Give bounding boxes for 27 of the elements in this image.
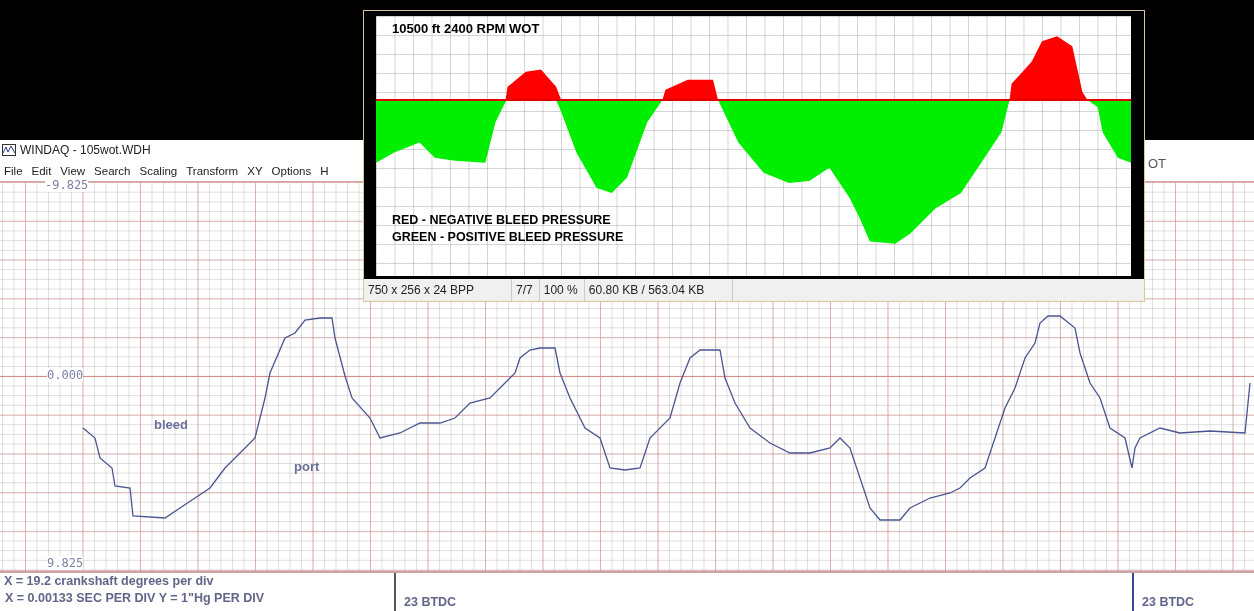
legend-text: RED - NEGATIVE BLEED PRESSURE [392, 212, 612, 229]
axis-label: 9.825 [47, 556, 84, 570]
menu-item[interactable]: File [0, 164, 28, 177]
image-title: 10500 ft 2400 RPM WOT [392, 21, 540, 36]
legend-text: GREEN - POSITIVE BLEED PRESSURE [392, 229, 624, 246]
menu-item[interactable]: Transform [182, 164, 244, 177]
menu-item[interactable]: XY [243, 164, 268, 177]
scale-note: X = 0.00133 SEC PER DIV Y = 1"Hg PER DIV [4, 590, 266, 607]
status-field: 60.80 KB / 563.04 KB [584, 279, 734, 301]
menu-item[interactable]: Search [90, 164, 136, 177]
marker-label: 23 BTDC [1142, 595, 1195, 609]
marker-label: 23 BTDC [404, 595, 457, 609]
scale-note: X = 19.2 crankshaft degrees per div [3, 573, 215, 590]
menu-item[interactable]: Edit [27, 164, 57, 177]
status-field: 750 x 256 x 24 BPP [364, 279, 513, 301]
trace-label: bleed [154, 417, 188, 432]
trace-label: port [294, 459, 320, 474]
menu-item[interactable]: View [56, 164, 91, 177]
axis-label: -9.825 [45, 178, 89, 192]
status-field: 100 % [539, 279, 585, 301]
window-title: WINDAQ - 105wot.WDH [20, 143, 151, 157]
menu-item[interactable]: H [316, 164, 334, 177]
axis-label: 0.000 [47, 368, 84, 382]
status-field: 7/7 [512, 279, 540, 301]
menu-item[interactable]: Scaling [135, 164, 183, 177]
title-fragment: OT [1148, 156, 1167, 171]
menu-item[interactable]: Options [267, 164, 317, 177]
